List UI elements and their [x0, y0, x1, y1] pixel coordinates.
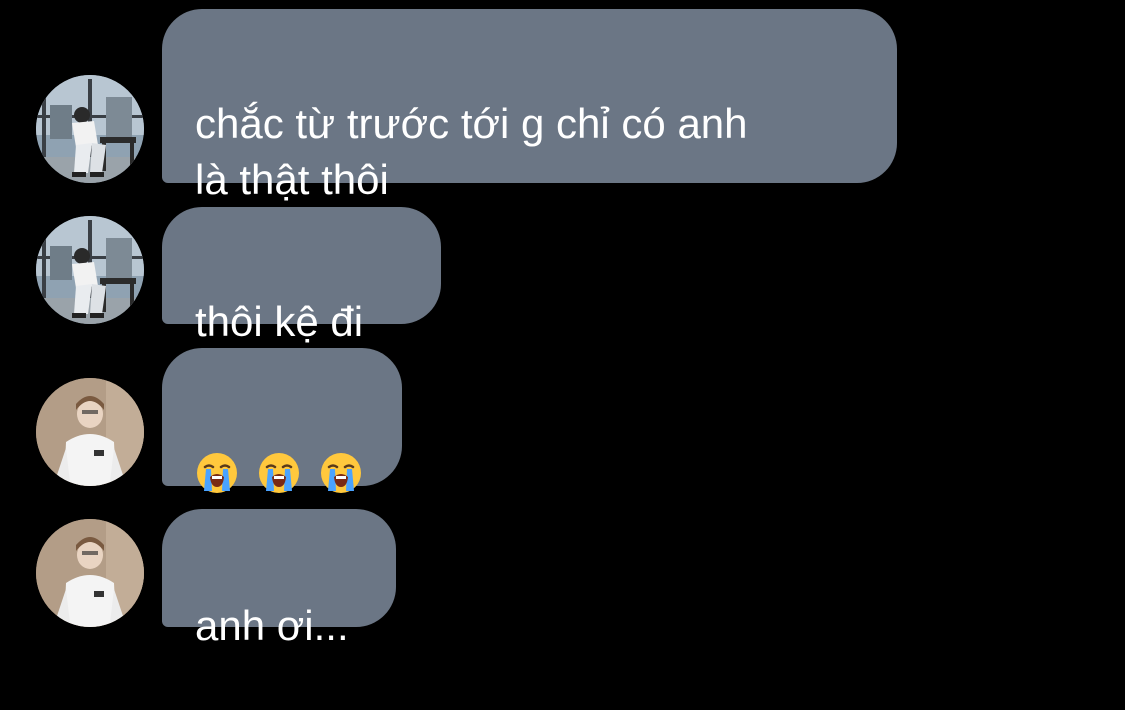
- avatar-window-photo: [36, 75, 144, 183]
- avatar[interactable]: [36, 378, 144, 486]
- message-bubble[interactable]: thôi kệ đi: [162, 207, 441, 345]
- message-bubble[interactable]: [162, 348, 402, 493]
- avatar-white-outfit-photo: [36, 519, 144, 627]
- avatar[interactable]: [36, 75, 144, 183]
- message-text: anh ơi...: [195, 602, 349, 649]
- avatar-window-photo: [36, 216, 144, 324]
- message-bubble[interactable]: anh ơi...: [162, 509, 396, 649]
- avatar[interactable]: [36, 216, 144, 324]
- avatar-white-outfit-photo: [36, 378, 144, 486]
- avatar[interactable]: [36, 519, 144, 627]
- message-bubble[interactable]: chắc từ trước tới g chỉ có anh là thật t…: [162, 9, 897, 203]
- message-text: thôi kệ đi: [195, 298, 364, 345]
- message-text: chắc từ trước tới g chỉ có anh là thật t…: [195, 100, 748, 203]
